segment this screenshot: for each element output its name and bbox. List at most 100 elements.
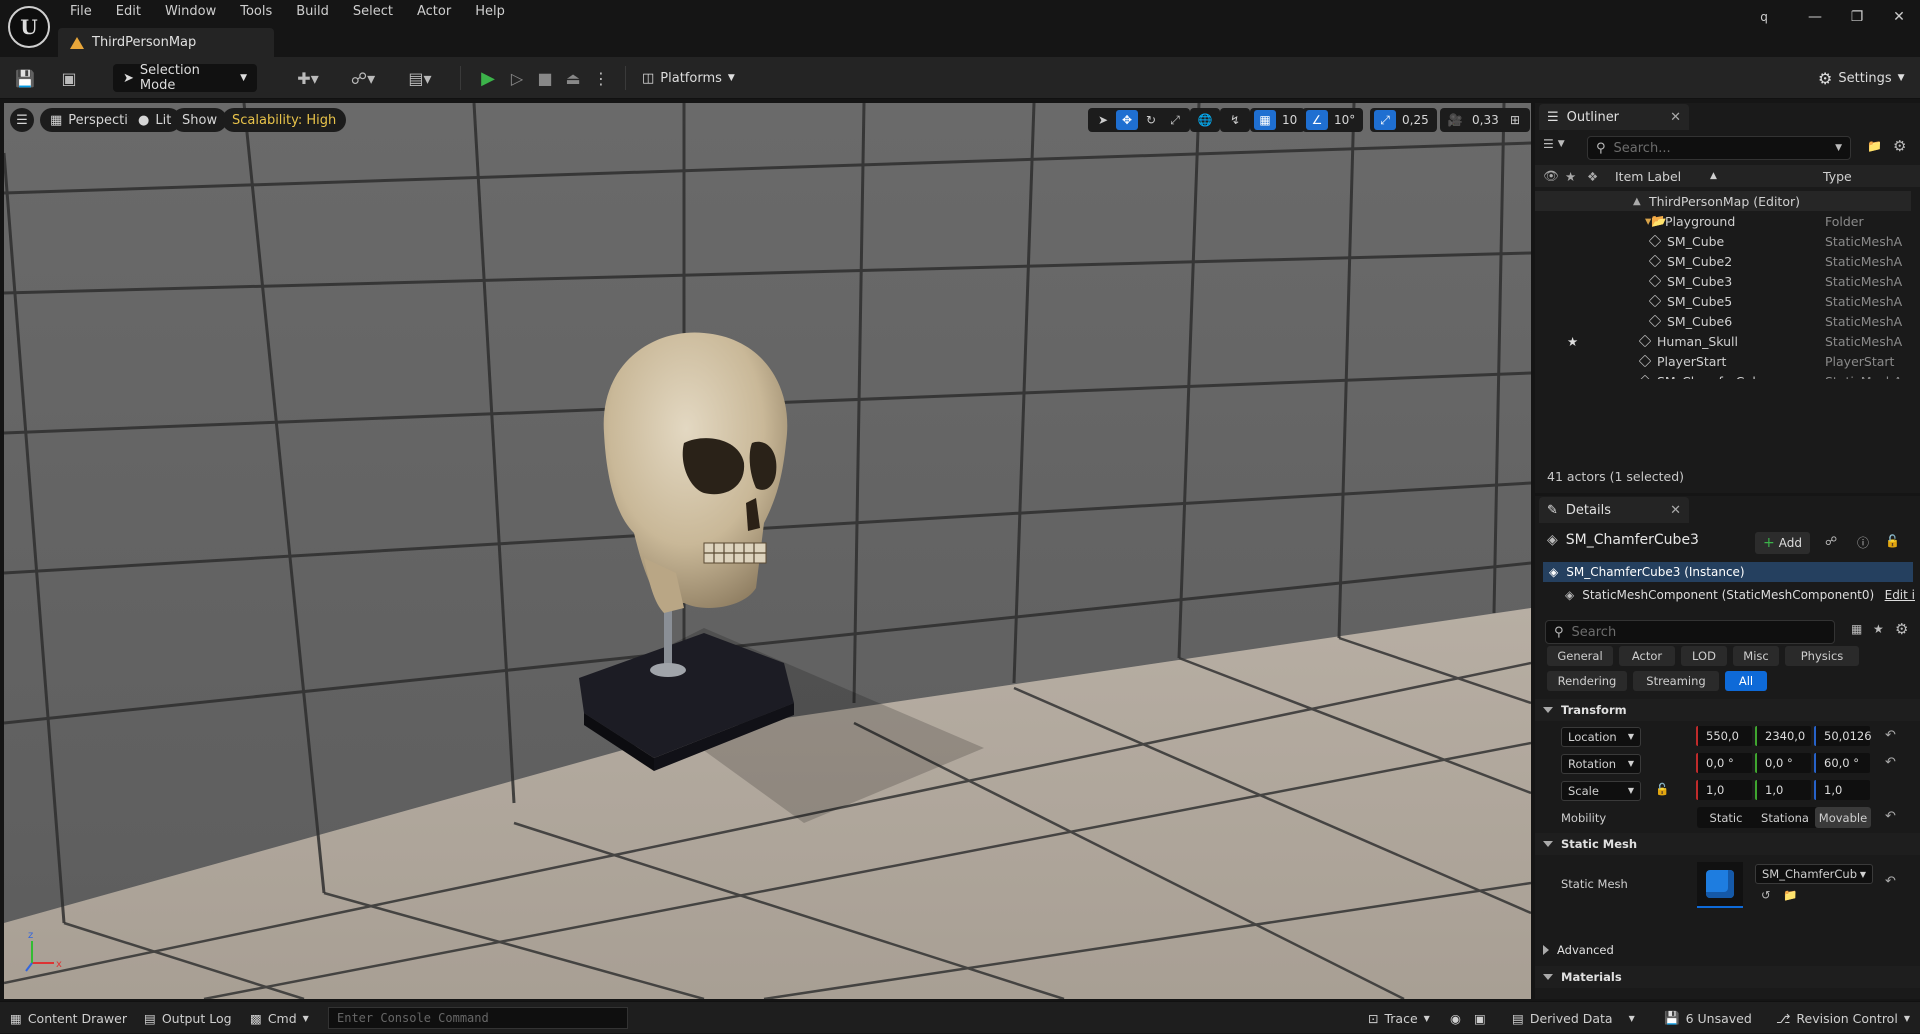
- eject-icon[interactable]: ⏏: [560, 65, 586, 91]
- category-all[interactable]: All: [1725, 671, 1767, 691]
- menu-tools[interactable]: Tools: [228, 0, 284, 24]
- surface-snap-button[interactable]: ↯: [1220, 108, 1250, 132]
- close-icon[interactable]: ✕: [1878, 0, 1920, 34]
- location-y[interactable]: 2340,0: [1755, 726, 1811, 746]
- cinematics-icon[interactable]: ▤▾: [400, 65, 440, 91]
- cmd-dropdown[interactable]: ▩ Cmd ▼: [250, 1002, 309, 1034]
- derived-data-dropdown[interactable]: ▤ Derived Data ▼: [1512, 1002, 1635, 1034]
- menu-actor[interactable]: Actor: [405, 0, 463, 24]
- location-dropdown[interactable]: Location ▼: [1561, 726, 1641, 747]
- browse-icon[interactable]: ▣: [56, 65, 82, 91]
- move-tool-icon[interactable]: ✥: [1116, 110, 1138, 130]
- play-icon[interactable]: ▶: [475, 65, 501, 91]
- help-icon[interactable]: ⓘ: [1857, 534, 1869, 551]
- platforms-dropdown[interactable]: ◫ Platforms ▼: [642, 65, 735, 91]
- filter-button[interactable]: ☰ ▼: [1543, 137, 1565, 151]
- menu-file[interactable]: File: [58, 0, 104, 24]
- star-icon[interactable]: ★: [1873, 622, 1884, 636]
- materials-section[interactable]: Materials: [1535, 966, 1920, 988]
- menu-help[interactable]: Help: [463, 0, 517, 24]
- gear-icon[interactable]: ⚙: [1895, 620, 1908, 638]
- item-label-header[interactable]: Item Label: [1615, 169, 1681, 184]
- outliner-row[interactable]: Human_Skull StaticMeshA ★: [1535, 331, 1911, 351]
- step-icon[interactable]: ▷: [504, 65, 530, 91]
- mesh-thumbnail[interactable]: [1697, 862, 1743, 908]
- category-streaming[interactable]: Streaming: [1633, 671, 1719, 691]
- static-mesh-section[interactable]: Static Mesh: [1535, 833, 1920, 855]
- category-misc[interactable]: Misc: [1733, 646, 1779, 666]
- reset-icon[interactable]: ↶: [1885, 755, 1896, 770]
- scale-x[interactable]: 1,0: [1696, 780, 1752, 800]
- menu-select[interactable]: Select: [341, 0, 405, 24]
- select-tool-icon[interactable]: ➤: [1092, 110, 1114, 130]
- console-input[interactable]: Enter Console Command: [328, 1007, 628, 1029]
- folder-icon[interactable]: 📁: [1783, 888, 1797, 902]
- gear-icon[interactable]: ⚙: [1893, 137, 1906, 155]
- outliner-row[interactable]: SM_Cube2 StaticMeshA: [1535, 251, 1911, 271]
- save-icon[interactable]: 💾: [12, 65, 38, 91]
- static-mesh-dropdown[interactable]: SM_ChamferCub ▼: [1755, 864, 1873, 884]
- browse-asset-icon[interactable]: ↺: [1761, 888, 1771, 902]
- tab-details[interactable]: ✎ Details ✕: [1539, 497, 1689, 523]
- component-row[interactable]: ◈ StaticMeshComponent (StaticMeshCompone…: [1565, 585, 1915, 605]
- unsaved-button[interactable]: 💾 6 Unsaved: [1664, 1002, 1752, 1034]
- transform-section[interactable]: Transform: [1535, 699, 1920, 721]
- type-header[interactable]: Type: [1823, 169, 1852, 184]
- scale-y[interactable]: 1,0: [1755, 780, 1811, 800]
- restore-icon[interactable]: ❐: [1836, 0, 1878, 34]
- screenshot-icon[interactable]: ▣: [1474, 1002, 1486, 1034]
- scale-tool-icon[interactable]: ⤢: [1164, 110, 1186, 130]
- category-lod[interactable]: LOD: [1681, 646, 1727, 666]
- outliner-row[interactable]: PlayerStart PlayerStart: [1535, 351, 1911, 371]
- trace-dropdown[interactable]: ⊡ Trace ▼: [1368, 1002, 1430, 1034]
- location-z[interactable]: 50,0126: [1814, 726, 1872, 746]
- camera-speed-button[interactable]: 🎥 0,33: [1440, 108, 1507, 132]
- add-folder-icon[interactable]: 📁: [1867, 139, 1882, 153]
- revision-control-dropdown[interactable]: ⎇ Revision Control ▼: [1776, 1002, 1910, 1034]
- rotation-snap-button[interactable]: ∠ 10°: [1302, 108, 1364, 132]
- category-rendering[interactable]: Rendering: [1547, 671, 1627, 691]
- blueprint-icon[interactable]: ☍▾: [343, 65, 383, 91]
- coord-space-button[interactable]: 🌐: [1190, 108, 1220, 132]
- level-viewport[interactable]: x z ☰ ▦ Perspective ● Lit Show Scalabili…: [4, 103, 1531, 999]
- add-actor-icon[interactable]: ✚▾: [288, 65, 328, 91]
- category-general[interactable]: General: [1547, 646, 1613, 666]
- reset-icon[interactable]: ↶: [1885, 728, 1896, 743]
- stop-icon[interactable]: ■: [532, 65, 558, 91]
- reset-icon[interactable]: ↶: [1885, 809, 1896, 824]
- more-options-icon[interactable]: ⋮: [588, 65, 614, 91]
- selection-mode-dropdown[interactable]: ➤ Selection Mode ▼: [113, 63, 257, 93]
- add-component-button[interactable]: + Add: [1755, 532, 1810, 554]
- mobility-static[interactable]: Static: [1697, 807, 1755, 828]
- outliner-row[interactable]: SM_Cube StaticMeshA: [1535, 231, 1911, 251]
- layout-button[interactable]: ⊞: [1500, 108, 1530, 132]
- settings-dropdown[interactable]: ⚙ Settings ▼: [1818, 65, 1905, 91]
- minimize-icon[interactable]: —: [1794, 0, 1836, 34]
- viewport-menu-button[interactable]: ☰: [10, 108, 34, 132]
- mobility-stationary[interactable]: Stationa: [1755, 807, 1815, 828]
- outliner-row[interactable]: SM_ChamferCube StaticMeshA: [1535, 371, 1911, 379]
- table-view-icon[interactable]: ▦: [1851, 622, 1862, 636]
- show-button[interactable]: Show: [172, 108, 228, 132]
- eye-icon[interactable]: 👁: [1543, 168, 1559, 184]
- content-drawer-button[interactable]: ▦ Content Drawer: [10, 1002, 127, 1034]
- star-icon[interactable]: ★: [1565, 169, 1576, 184]
- close-icon[interactable]: ✕: [1670, 110, 1681, 125]
- lock-icon[interactable]: 🔓: [1655, 782, 1669, 796]
- unreal-logo[interactable]: U: [8, 6, 50, 48]
- folder-row[interactable]: ▾📂 Playground Folder: [1535, 211, 1911, 231]
- search-char[interactable]: q: [1734, 0, 1794, 34]
- location-x[interactable]: 550,0: [1696, 726, 1752, 746]
- outliner-row[interactable]: SM_Cube5 StaticMeshA: [1535, 291, 1911, 311]
- scale-dropdown[interactable]: Scale ▼: [1561, 780, 1641, 801]
- rotation-z[interactable]: 60,0 °: [1814, 753, 1870, 773]
- rotate-tool-icon[interactable]: ↻: [1140, 110, 1162, 130]
- menu-edit[interactable]: Edit: [104, 0, 153, 24]
- mobility-movable[interactable]: Movable: [1815, 807, 1871, 828]
- menu-window[interactable]: Window: [153, 0, 228, 24]
- reset-icon[interactable]: ↶: [1885, 874, 1896, 889]
- category-actor[interactable]: Actor: [1619, 646, 1675, 666]
- advanced-section[interactable]: Advanced: [1535, 939, 1920, 961]
- output-log-button[interactable]: ▤ Output Log: [144, 1002, 232, 1034]
- close-icon[interactable]: ✕: [1670, 503, 1681, 518]
